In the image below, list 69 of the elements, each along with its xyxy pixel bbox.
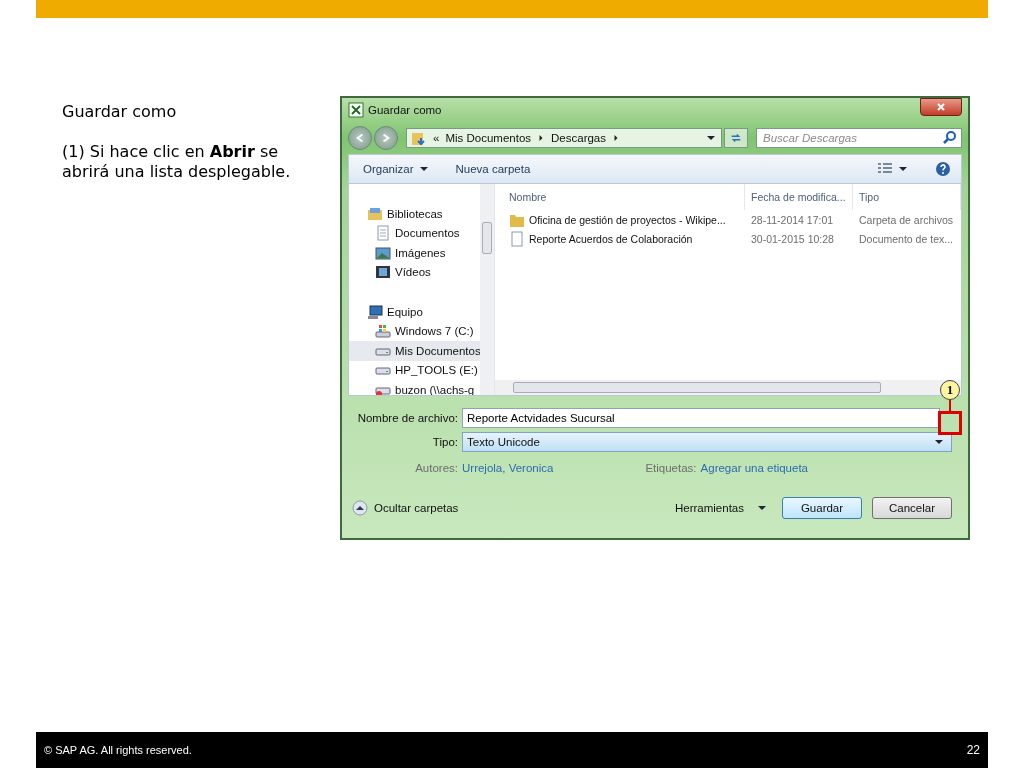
collapse-icon — [352, 500, 368, 516]
cancel-button[interactable]: Cancelar — [872, 497, 952, 519]
new-folder-button[interactable]: Nueva carpeta — [455, 163, 531, 175]
document-icon — [509, 231, 525, 248]
spreadsheet-app-icon — [348, 102, 364, 118]
folder-icon — [411, 130, 427, 146]
refresh-button[interactable] — [724, 128, 748, 148]
window-title: Guardar como — [368, 104, 442, 116]
arrow-right-icon — [380, 132, 392, 144]
column-header[interactable]: Nombre — [495, 184, 745, 210]
file-name-cell[interactable]: Reporte Acuerdos de Colaboración — [495, 231, 745, 248]
navigation-item[interactable]: Vídeos — [349, 262, 480, 282]
refresh-icon — [730, 132, 742, 144]
page-number: 22 — [966, 743, 980, 757]
close-icon — [936, 102, 946, 112]
navigation-item[interactable]: Imágenes — [349, 243, 480, 263]
authors-link[interactable]: Urrejola, Veronica — [462, 462, 554, 474]
navigation-item[interactable]: HP_TOOLS (E:) — [349, 360, 480, 380]
breadcrumb-item[interactable]: Mis Documentos — [445, 132, 532, 144]
type-cell-text: Carpeta de archivos — [858, 213, 954, 226]
document-icon — [375, 225, 391, 242]
date-cell-text: 28-11-2014 17:01 — [750, 213, 835, 226]
hide-folders-button[interactable]: Ocultar carpetas — [352, 500, 459, 516]
column-header[interactable]: Fecha de modifica... — [745, 184, 853, 210]
close-button[interactable] — [920, 98, 962, 116]
navigation-item[interactable]: Mis Documentos — [349, 341, 480, 361]
navigation-item[interactable]: Equipo — [349, 302, 480, 322]
file-name-cell[interactable]: Oficina de gestión de proyectos - Wikipe... — [495, 211, 745, 228]
forward-button[interactable] — [374, 126, 398, 150]
field-label: Nombre de archivo: — [356, 412, 458, 424]
breadcrumb-overflow[interactable]: « — [433, 132, 440, 144]
back-button[interactable] — [348, 126, 372, 150]
help-icon[interactable] — [935, 161, 951, 177]
file-name-field[interactable]: Reporte Actvidades Sucursal — [462, 408, 940, 428]
caret-icon — [935, 439, 943, 445]
chevron-right-icon — [612, 135, 620, 141]
horizontal-scrollbar[interactable] — [495, 380, 961, 395]
system-drive-icon — [375, 323, 391, 340]
navigation-item[interactable]: Documentos — [349, 223, 480, 243]
vertical-scrollbar[interactable] — [480, 184, 494, 395]
breadcrumb-item[interactable]: Descargas — [551, 132, 606, 144]
dropdown-arrow-icon[interactable] — [899, 166, 907, 172]
file-type-dropdown[interactable]: Texto Unicode — [462, 432, 952, 452]
column-header[interactable]: Tipo — [853, 184, 961, 210]
caret-icon — [758, 505, 766, 511]
navigation-item[interactable]: Windows 7 (C:) — [349, 321, 480, 341]
search-icon — [942, 130, 958, 146]
add-tag-link[interactable]: Agregar una etiqueta — [700, 462, 808, 474]
date-cell-text: 30-01-2015 10:28 — [750, 233, 835, 246]
film-icon — [375, 264, 391, 281]
save-button[interactable]: Guardar — [782, 497, 862, 519]
dropdown-arrow-icon[interactable] — [707, 135, 715, 141]
caret-icon — [419, 166, 428, 172]
copyright-text: © SAP AG. All rights reserved. — [44, 744, 192, 756]
search-field[interactable]: Buscar Descargas — [756, 128, 962, 148]
instruction-text: (1) Si hace clic en Abrir se abrirá una lista desplegable. — [62, 142, 292, 182]
image-icon — [375, 244, 391, 261]
arrow-left-icon — [354, 132, 366, 144]
field-label: Tipo: — [431, 436, 458, 448]
type-cell-text: Documento de tex... — [858, 233, 954, 246]
organize-menu[interactable]: Organizar — [363, 163, 428, 175]
library-folder-icon — [367, 205, 383, 222]
computer-icon — [367, 303, 383, 320]
slide-title: Guardar como — [62, 102, 178, 122]
field-label: Etiquetas: — [645, 462, 697, 474]
tools-menu[interactable]: Herramientas — [674, 502, 766, 514]
field-label: Autores: — [414, 462, 458, 474]
navigation-item[interactable]: Bibliotecas — [349, 204, 480, 224]
address-bar[interactable]: « Mis Documentos Descargas — [406, 128, 722, 148]
